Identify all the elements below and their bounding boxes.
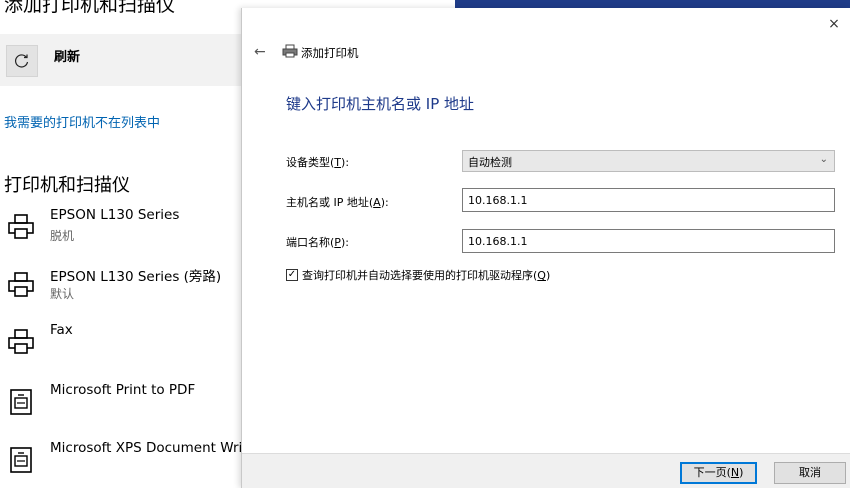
query-printer-checkbox-row[interactable]: ✓ 查询打印机并自动选择要使用的打印机驱动程序(Q): [286, 267, 550, 283]
printer-name: Microsoft Print to PDF: [50, 382, 196, 398]
device-type-value: 自动检测: [468, 156, 512, 169]
printer-item[interactable]: EPSON L130 Series (旁路) 默认: [4, 265, 249, 315]
background-window-strip: [455, 0, 850, 8]
refresh-label: 刷新: [54, 50, 81, 65]
hostname-label: 主机名或 IP 地址(A):: [286, 196, 389, 209]
printer-item[interactable]: Microsoft Print to PDF: [4, 382, 249, 432]
port-name-input[interactable]: [462, 229, 835, 253]
device-type-label: 设备类型(T):: [286, 156, 350, 169]
next-button[interactable]: 下一页(N): [680, 462, 757, 484]
printer-item[interactable]: Microsoft XPS Document Writer: [4, 440, 249, 488]
printer-icon: [8, 272, 34, 297]
section-heading: 打印机和扫描仪: [4, 175, 130, 196]
document-printer-icon: [10, 447, 32, 473]
cancel-button[interactable]: 取消: [774, 462, 846, 484]
device-type-select[interactable]: 自动检测 ⌄: [462, 150, 835, 172]
printer-icon: [8, 329, 34, 354]
dialog-title: 添加打印机: [301, 46, 359, 60]
document-printer-icon: [10, 389, 32, 415]
refresh-icon: [15, 54, 29, 68]
port-name-label: 端口名称(P):: [286, 236, 349, 249]
query-printer-checkbox[interactable]: ✓: [286, 269, 298, 281]
refresh-button[interactable]: [6, 45, 38, 77]
printer-name: EPSON L130 Series: [50, 207, 180, 223]
printer-icon: [8, 214, 34, 239]
printer-item[interactable]: Fax: [4, 322, 249, 372]
printer-not-listed-link[interactable]: 我需要的打印机不在列表中: [4, 112, 160, 131]
printer-item[interactable]: EPSON L130 Series 脱机: [4, 207, 249, 257]
printer-name: Fax: [50, 322, 73, 338]
printer-name: EPSON L130 Series (旁路): [50, 269, 222, 285]
add-printer-dialog: × ← 添加打印机 键入打印机主机名或 IP 地址 设备类型(T): 自动检测 …: [241, 8, 850, 488]
page-title: 添加打印机和扫描仪: [4, 0, 176, 16]
printer-icon: [282, 44, 298, 58]
printer-status: 脱机: [50, 229, 75, 243]
dialog-footer: 下一页(N) 取消: [242, 453, 850, 488]
refresh-row[interactable]: 刷新: [0, 34, 245, 86]
printer-name: Microsoft XPS Document Writer: [50, 440, 245, 456]
query-printer-label: 查询打印机并自动选择要使用的打印机驱动程序(Q): [302, 269, 551, 282]
back-arrow-icon[interactable]: ←: [254, 44, 266, 60]
printer-status: 默认: [50, 287, 75, 301]
hostname-input[interactable]: [462, 188, 835, 212]
dialog-heading: 键入打印机主机名或 IP 地址: [286, 95, 475, 113]
close-button[interactable]: ×: [824, 14, 844, 34]
chevron-down-icon: ⌄: [819, 154, 828, 165]
